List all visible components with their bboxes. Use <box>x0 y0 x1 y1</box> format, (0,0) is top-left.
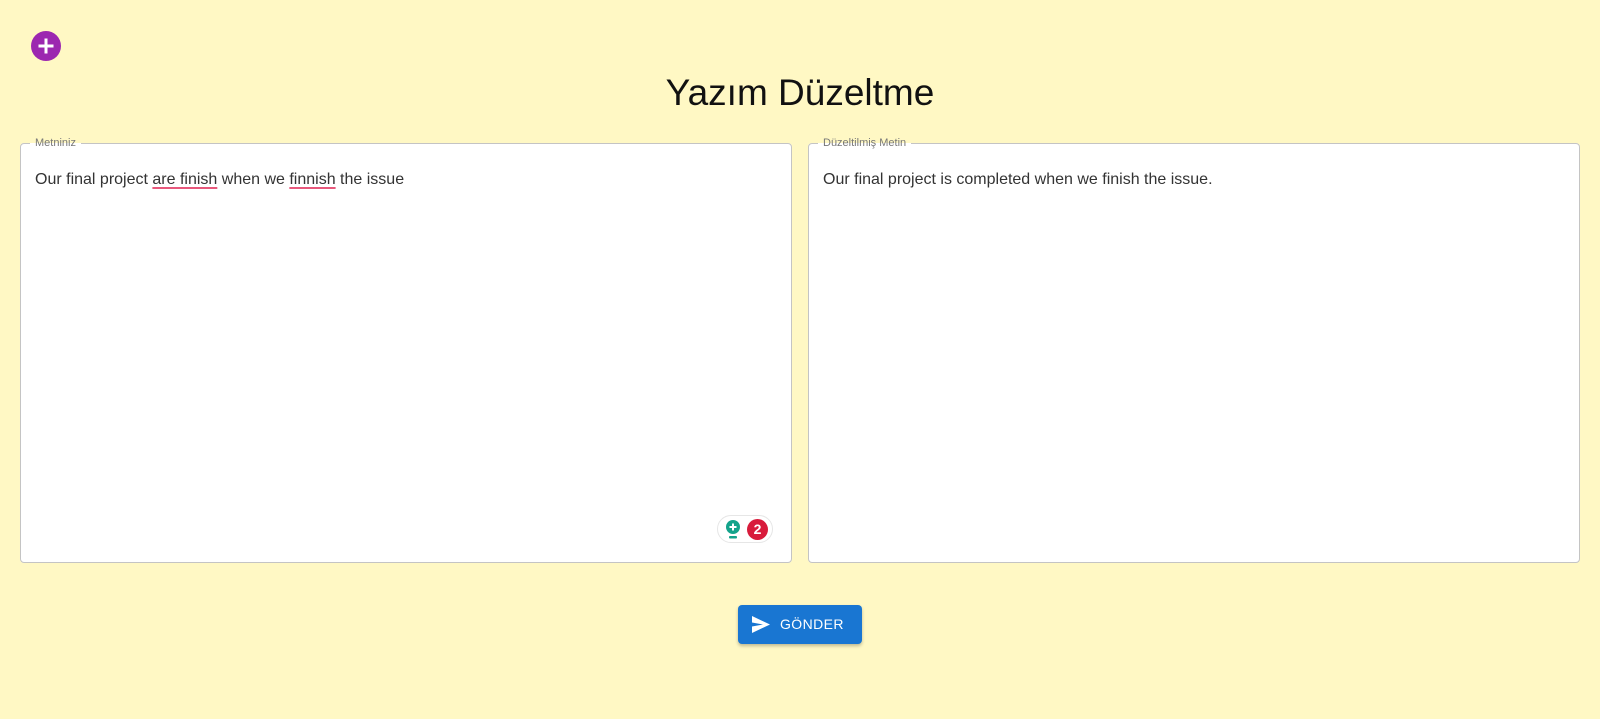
page-title: Yazım Düzeltme <box>665 72 935 113</box>
page: Yazım Düzeltme Metniniz Our final projec… <box>0 0 1600 719</box>
input-textarea[interactable]: Our final project are finish when we fin… <box>35 169 404 191</box>
corrected-textarea[interactable]: Our final project is completed when we f… <box>823 169 1213 191</box>
input-text-segment: when we <box>217 171 290 188</box>
flagged-word[interactable]: finnish <box>289 171 335 188</box>
lightbulb-icon <box>726 520 740 539</box>
input-text-label: Metniniz <box>35 137 76 149</box>
flagged-phrase[interactable]: are finish <box>152 171 217 188</box>
plus-circle-icon <box>38 38 54 54</box>
send-icon <box>752 616 770 633</box>
issue-count-badge: 2 <box>747 519 768 540</box>
send-button[interactable]: GÖNDER <box>738 605 862 644</box>
grammar-checker-widget[interactable]: 2 <box>717 515 773 543</box>
add-button[interactable] <box>31 31 61 61</box>
corrected-text-panel[interactable]: Düzeltilmiş Metin Our final project is c… <box>808 137 1580 563</box>
corrected-text-label: Düzeltilmiş Metin <box>823 137 907 149</box>
input-text-segment: the issue <box>335 171 405 188</box>
input-text-segment: Our final project <box>35 171 153 188</box>
input-text-panel[interactable]: Metniniz Our final project are finish wh… <box>20 137 792 563</box>
send-button-label: GÖNDER <box>780 616 844 632</box>
